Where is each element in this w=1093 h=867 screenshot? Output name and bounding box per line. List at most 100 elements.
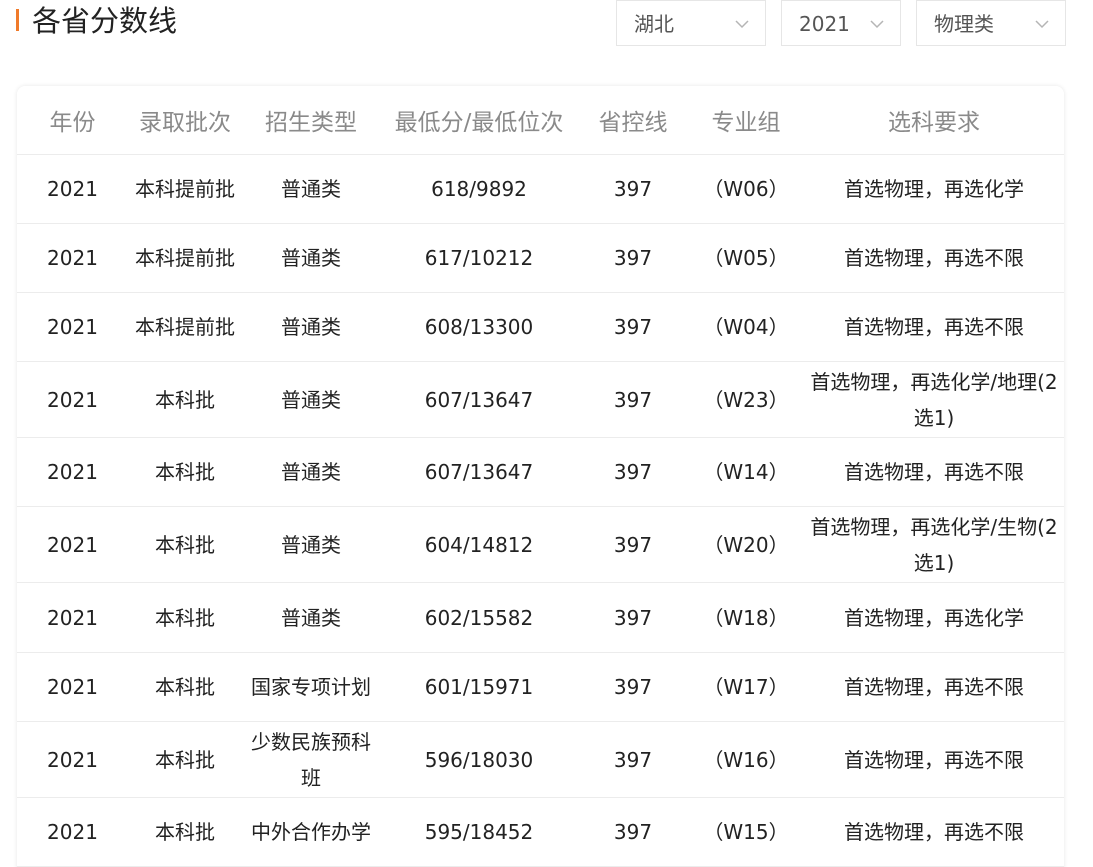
table-row: 2021 本科批 少数民族预科班 596/18030 397 （W16） 首选物…	[17, 721, 1064, 798]
table-row: 2021 本科批 普通类 607/13647 397 （W14） 首选物理，再选…	[17, 437, 1064, 507]
cell-score: 595/18452	[380, 797, 578, 867]
cell-major-group: （W17）	[688, 652, 804, 722]
cell-type: 普通类	[242, 582, 380, 653]
cell-year: 2021	[17, 652, 128, 722]
cell-type: 普通类	[242, 437, 380, 507]
cell-type: 普通类	[242, 361, 380, 438]
column-header-score: 最低分/最低位次	[380, 86, 578, 155]
table-row: 2021 本科批 国家专项计划 601/15971 397 （W17） 首选物理…	[17, 652, 1064, 722]
cell-type: 少数民族预科班	[242, 721, 380, 798]
table-row: 2021 本科提前批 普通类 608/13300 397 （W04） 首选物理，…	[17, 292, 1064, 362]
cell-major-group: （W05）	[688, 223, 804, 293]
cell-subject-requirement: 首选物理，再选不限	[804, 223, 1064, 293]
cell-subject-requirement: 首选物理，再选化学/地理(2选1)	[804, 361, 1064, 438]
year-select-value: 2021	[799, 12, 850, 36]
column-header-control-line: 省控线	[578, 86, 688, 155]
cell-batch: 本科批	[128, 361, 242, 438]
cell-control-line: 397	[578, 437, 688, 507]
subject-select[interactable]: 物理类	[916, 0, 1066, 46]
cell-major-group: （W16）	[688, 721, 804, 798]
column-header-subject-requirement: 选科要求	[804, 86, 1064, 155]
cell-year: 2021	[17, 292, 128, 362]
column-header-major-group: 专业组	[688, 86, 804, 155]
cell-score: 618/9892	[380, 154, 578, 224]
cell-major-group: （W04）	[688, 292, 804, 362]
score-table: 年份 录取批次 招生类型 最低分/最低位次 省控线 专业组 选科要求 2021 …	[17, 86, 1064, 867]
cell-batch: 本科提前批	[128, 223, 242, 293]
cell-score: 607/13647	[380, 437, 578, 507]
cell-subject-requirement: 首选物理，再选不限	[804, 292, 1064, 362]
cell-control-line: 397	[578, 721, 688, 798]
cell-type: 普通类	[242, 154, 380, 224]
cell-batch: 本科批	[128, 582, 242, 653]
table-row: 2021 本科批 普通类 602/15582 397 （W18） 首选物理，再选…	[17, 582, 1064, 653]
year-select[interactable]: 2021	[781, 0, 901, 46]
cell-batch: 本科批	[128, 506, 242, 583]
province-select[interactable]: 湖北	[616, 0, 766, 46]
chevron-down-icon	[735, 20, 749, 29]
cell-control-line: 397	[578, 154, 688, 224]
cell-subject-requirement: 首选物理，再选化学	[804, 582, 1064, 653]
cell-control-line: 397	[578, 361, 688, 438]
cell-score: 596/18030	[380, 721, 578, 798]
cell-major-group: （W20）	[688, 506, 804, 583]
page: 各省分数线 湖北 2021 物理类 年份 录取批次 招生类型 最低分/最低位次 …	[0, 0, 1093, 867]
cell-subject-requirement: 首选物理，再选不限	[804, 652, 1064, 722]
cell-type: 国家专项计划	[242, 652, 380, 722]
province-select-value: 湖北	[634, 12, 674, 36]
cell-year: 2021	[17, 154, 128, 224]
cell-major-group: （W15）	[688, 797, 804, 867]
cell-control-line: 397	[578, 797, 688, 867]
chevron-down-icon	[1035, 20, 1049, 29]
cell-year: 2021	[17, 361, 128, 438]
table-row: 2021 本科提前批 普通类 617/10212 397 （W05） 首选物理，…	[17, 223, 1064, 293]
cell-batch: 本科批	[128, 652, 242, 722]
cell-subject-requirement: 首选物理，再选不限	[804, 797, 1064, 867]
cell-control-line: 397	[578, 223, 688, 293]
cell-major-group: （W23）	[688, 361, 804, 438]
cell-control-line: 397	[578, 582, 688, 653]
cell-batch: 本科批	[128, 797, 242, 867]
cell-batch: 本科批	[128, 437, 242, 507]
title-accent-bar	[16, 9, 19, 31]
cell-major-group: （W18）	[688, 582, 804, 653]
chevron-down-icon	[870, 20, 884, 29]
cell-score: 608/13300	[380, 292, 578, 362]
cell-control-line: 397	[578, 292, 688, 362]
cell-year: 2021	[17, 582, 128, 653]
cell-score: 604/14812	[380, 506, 578, 583]
cell-type: 普通类	[242, 506, 380, 583]
table-row: 2021 本科批 普通类 607/13647 397 （W23） 首选物理，再选…	[17, 361, 1064, 438]
table-row: 2021 本科批 中外合作办学 595/18452 397 （W15） 首选物理…	[17, 797, 1064, 867]
column-header-year: 年份	[17, 86, 128, 155]
cell-subject-requirement: 首选物理，再选不限	[804, 721, 1064, 798]
table-header-row: 年份 录取批次 招生类型 最低分/最低位次 省控线 专业组 选科要求	[17, 86, 1064, 155]
cell-score: 602/15582	[380, 582, 578, 653]
cell-year: 2021	[17, 437, 128, 507]
cell-type: 普通类	[242, 223, 380, 293]
cell-subject-requirement: 首选物理，再选化学/生物(2选1)	[804, 506, 1064, 583]
page-title: 各省分数线	[32, 4, 178, 38]
cell-subject-requirement: 首选物理，再选不限	[804, 437, 1064, 507]
column-header-type: 招生类型	[242, 86, 380, 155]
cell-score: 607/13647	[380, 361, 578, 438]
cell-year: 2021	[17, 223, 128, 293]
cell-type: 普通类	[242, 292, 380, 362]
cell-major-group: （W06）	[688, 154, 804, 224]
cell-subject-requirement: 首选物理，再选化学	[804, 154, 1064, 224]
table-row: 2021 本科提前批 普通类 618/9892 397 （W06） 首选物理，再…	[17, 154, 1064, 224]
cell-score: 617/10212	[380, 223, 578, 293]
cell-control-line: 397	[578, 506, 688, 583]
table-row: 2021 本科批 普通类 604/14812 397 （W20） 首选物理，再选…	[17, 506, 1064, 583]
cell-year: 2021	[17, 721, 128, 798]
cell-batch: 本科提前批	[128, 292, 242, 362]
cell-batch: 本科提前批	[128, 154, 242, 224]
column-header-batch: 录取批次	[128, 86, 242, 155]
cell-score: 601/15971	[380, 652, 578, 722]
cell-control-line: 397	[578, 652, 688, 722]
cell-year: 2021	[17, 797, 128, 867]
subject-select-value: 物理类	[934, 12, 994, 36]
cell-batch: 本科批	[128, 721, 242, 798]
cell-type: 中外合作办学	[242, 797, 380, 867]
score-table-card: 年份 录取批次 招生类型 最低分/最低位次 省控线 专业组 选科要求 2021 …	[17, 86, 1064, 867]
